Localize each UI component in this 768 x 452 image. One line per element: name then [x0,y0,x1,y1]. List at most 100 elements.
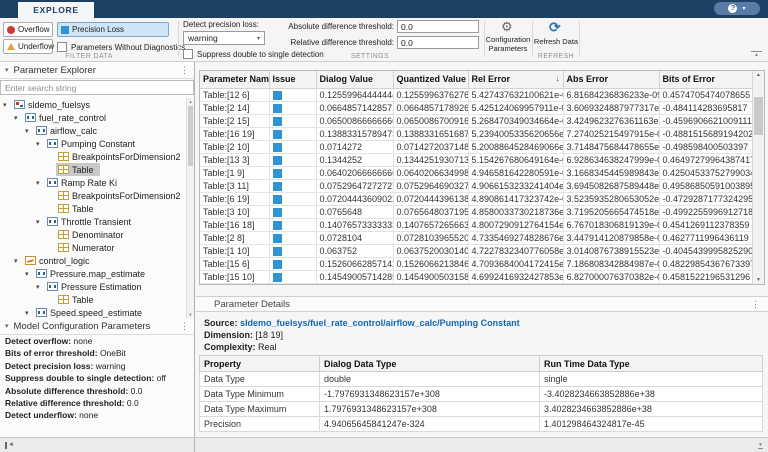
table-row[interactable]: Table:[16 18] 0.1407657333333330.14076572… [200,217,753,232]
cell-bits[interactable]: -0.4729287177324295 [658,191,753,206]
column-header-quantized-value[interactable]: Quantized Value [392,71,469,89]
help-button[interactable]: ? ▾ [714,2,760,15]
cell-issue[interactable] [268,256,317,271]
cell-issue[interactable] [268,165,317,180]
table-row[interactable]: Table:[3 11] 0.07529647272727270.07529646… [200,178,753,193]
cell-issue[interactable] [268,139,317,154]
cell-abs[interactable]: 6.767018306819139e-09 [562,217,660,232]
cell-bits[interactable]: 0.4574705474078655 [658,87,753,102]
cell-bits[interactable]: -0.45969066210091114 [658,113,753,128]
cell-parameter-name[interactable]: Table:[15 10] [200,269,270,284]
tree-item[interactable]: ▾ Speed.speed_estimate [0,306,186,318]
tree-caret-icon[interactable]: ▾ [36,283,45,291]
tree-caret-icon[interactable]: ▾ [36,218,45,226]
tree-item-core[interactable]: Pumping Constant [45,137,141,150]
scrollbar-thumb[interactable] [188,106,193,166]
cell-dialog[interactable]: 0.0714272 [315,139,394,154]
cell-parameter-name[interactable]: Table:[16 18] [200,217,270,232]
tree-item[interactable]: ▾ Pressure Estimation [0,280,186,293]
tree-item[interactable]: ▾ Pressure.map_estimate [0,267,186,280]
parameter-explorer-header[interactable]: ▾ Parameter Explorer ⋮ [0,62,194,79]
scroll-down-icon[interactable]: ▼ [753,277,764,283]
cell-parameter-name[interactable]: Table:[3 11] [200,178,270,193]
cell-quantized[interactable] [392,282,469,284]
tree-item-core[interactable]: BreakpointsForDimension2 [56,150,186,163]
tree-item-core[interactable]: Table [56,163,100,176]
cell-abs[interactable]: 7.186808342884987e-09 [562,256,660,271]
cell-issue[interactable] [268,126,317,141]
cell-quantized[interactable]: 0.1407657265663147 [392,217,469,232]
cell-bits[interactable]: 0.49586850591003895 [658,178,753,193]
cell-bits[interactable]: 0.4541269112378359 [658,217,753,232]
tree-item[interactable]: ▾ Throttle Transient [0,215,186,228]
prop-row[interactable]: Data Type double single [199,371,763,387]
cell-dialog[interactable]: 0.140765733333333 [315,217,394,232]
tree-item[interactable]: ▾ sldemo_fuelsys [0,98,186,111]
search-input[interactable] [0,80,194,95]
table-row[interactable]: Table:[1 9] 0.06402066666666670.064020663… [200,165,753,180]
cell-rel[interactable]: 4.6992416932427853e-08 [467,269,564,284]
cell-issue[interactable] [268,100,317,115]
tab-explore[interactable]: EXPLORE [18,2,94,18]
cell-rel[interactable]: 4.8580033730218736e-08 [467,204,564,219]
table-row[interactable]: Table:[3 10] 0.07656480.07656480371952057… [200,204,753,219]
cell-parameter-name[interactable]: Table:[2 10] [200,139,270,154]
cell-issue[interactable] [268,113,317,128]
tree-item[interactable]: ▾ airflow_calc [0,124,186,137]
checkbox-icon[interactable] [57,42,67,52]
cell-quantized[interactable]: 0.06375200301408768 [392,243,469,258]
tree-item-core[interactable]: sldemo_fuelsys [12,98,96,111]
table-row[interactable]: Table:[2 15] 0.06500866666666670.06500867… [200,113,753,128]
cell-bits[interactable]: -0.4992255996912718 [658,204,753,219]
kebab-menu-icon[interactable]: ⋮ [751,299,760,310]
source-link[interactable]: sldemo_fuelsys/fuel_rate_control/airflow… [240,318,520,328]
cell-quantized[interactable]: 0.12559963762760162 [392,87,469,102]
checkbox-icon[interactable] [183,49,193,59]
tree-item[interactable]: Table [0,293,186,306]
tree-item-core[interactable]: Numerator [56,241,121,254]
column-header-dialog-value[interactable]: Dialog Value [315,71,394,89]
cell-rel[interactable]: 5.2394005335620656e-08 [467,126,564,141]
cell-abs[interactable]: 7.274025215497915e-09 [562,126,660,141]
tree-item-core[interactable]: Pressure Estimation [45,280,148,293]
tree-item[interactable]: BreakpointsForDimension2 [0,150,186,163]
cell-bits[interactable] [658,282,753,284]
cell-abs[interactable]: 3.5235935280653052e-09 [562,191,660,206]
absolute-threshold-input[interactable] [397,20,479,33]
cell-dialog[interactable] [315,282,394,284]
cell-dialog[interactable]: 0.0640206666666667 [315,165,394,180]
cell-issue[interactable] [268,230,317,245]
tree-item-core[interactable]: Ramp Rate Ki [45,176,123,189]
scroll-up-icon[interactable]: ▲ [753,72,764,78]
cell-rel[interactable]: 5.2008864528469066e-08 [467,139,564,154]
cell-parameter-name[interactable]: Table:[2 15] [200,113,270,128]
cell-dialog[interactable]: 0.0752964727272727 [315,178,394,193]
cell-quantized[interactable]: 0.1388331651687622 [392,126,469,141]
cell-dialog[interactable]: 0.138833157894737 [315,126,394,141]
cell-bits[interactable]: 0.42504533752799034 [658,165,753,180]
table-row[interactable] [200,282,753,284]
cell-bits[interactable]: 0.46497279964387417 [658,152,753,167]
cell-rel[interactable]: 5.427437632100621e-08 [467,87,564,102]
cell-abs[interactable]: 3.0140876738915523e-09 [562,243,660,258]
cell-quantized[interactable]: 0.13442519307136536 [392,152,469,167]
cell-dialog[interactable]: 0.1344252 [315,152,394,167]
cell-abs[interactable]: 6.81684236836233e-09 [562,87,660,102]
cell-rel[interactable]: 4.7335469274828676e-08 [467,230,564,245]
collapse-details-icon[interactable]: ▼ [758,442,763,449]
cell-quantized[interactable]: 0.07281039655208588 [392,230,469,245]
cell-abs[interactable]: 3.1668345445989843e-09 [562,165,660,180]
tree-caret-icon[interactable]: ▾ [25,127,34,135]
cell-quantized[interactable]: 0.07656480371952057 [392,204,469,219]
tree-item-core[interactable]: Speed.speed_estimate [34,306,148,318]
cell-bits[interactable]: -0.48815156891942024 [658,126,753,141]
tree-caret-icon[interactable]: ▾ [14,114,23,122]
tree-caret-icon[interactable]: ▾ [3,101,12,109]
tree-item[interactable]: Table [0,202,186,215]
prop-row[interactable]: Precision 4.94065645841247e-324 1.40129846… [199,416,763,432]
cell-quantized[interactable]: 0.06648571789264679 [392,100,469,115]
tree-item-core[interactable]: airflow_calc [34,124,103,137]
detect-precision-loss-dropdown[interactable]: warning ▾ [183,31,265,45]
tree-item-core[interactable]: fuel_rate_control [23,111,112,124]
cell-quantized[interactable]: 0.15260662138462067 [392,256,469,271]
